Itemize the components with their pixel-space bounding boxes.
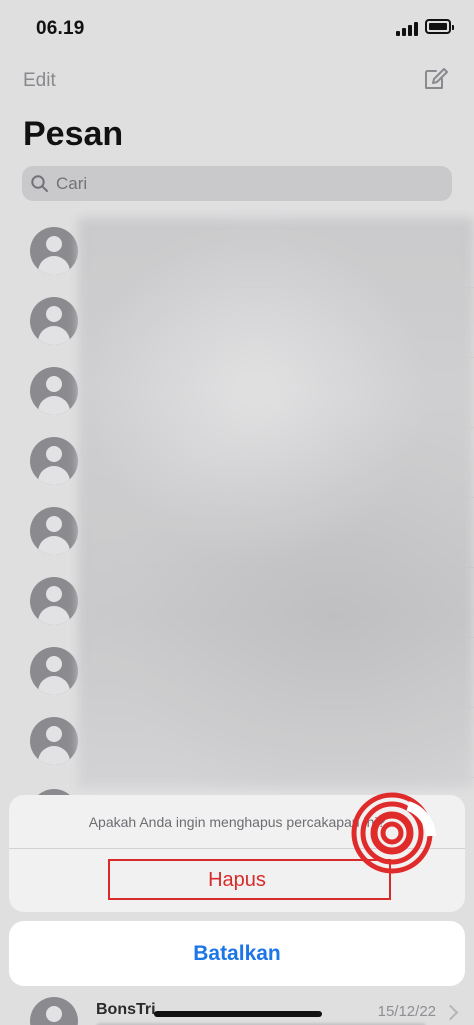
delete-button[interactable]: Hapus — [9, 849, 465, 912]
avatar — [30, 367, 78, 415]
status-bar: 06.19 — [0, 0, 474, 56]
signal-icon — [396, 20, 418, 36]
avatar — [30, 717, 78, 765]
compose-icon[interactable] — [421, 66, 449, 94]
search-input[interactable] — [22, 166, 452, 201]
list-item-bonstri[interactable]: BonsTri 15/12/22 — [0, 988, 474, 1025]
delete-action-sheet: Apakah Anda ingin menghapus percakapan i… — [9, 795, 465, 912]
chevron-right-icon — [442, 1004, 459, 1021]
message-date: 15/12/22 — [377, 1003, 436, 1020]
avatar — [30, 437, 78, 485]
avatar — [30, 507, 78, 555]
avatar — [30, 997, 78, 1025]
blurred-message-area — [78, 218, 474, 788]
avatar — [30, 297, 78, 345]
page-title: Pesan — [23, 115, 124, 153]
battery-level — [429, 23, 447, 30]
messages-screen: 06.19 Edit Pesan Cari BonsTri 15/12/22 A… — [0, 0, 474, 1025]
cancel-button[interactable]: Batalkan — [9, 921, 465, 986]
home-indicator[interactable] — [154, 1011, 322, 1017]
avatar — [30, 577, 78, 625]
status-time: 06.19 — [36, 18, 85, 39]
battery-icon — [425, 19, 454, 34]
avatar — [30, 647, 78, 695]
delete-confirmation-message: Apakah Anda ingin menghapus percakapan i… — [9, 795, 465, 849]
contact-name: BonsTri — [96, 1001, 156, 1018]
avatar — [30, 227, 78, 275]
edit-button[interactable]: Edit — [23, 70, 56, 92]
